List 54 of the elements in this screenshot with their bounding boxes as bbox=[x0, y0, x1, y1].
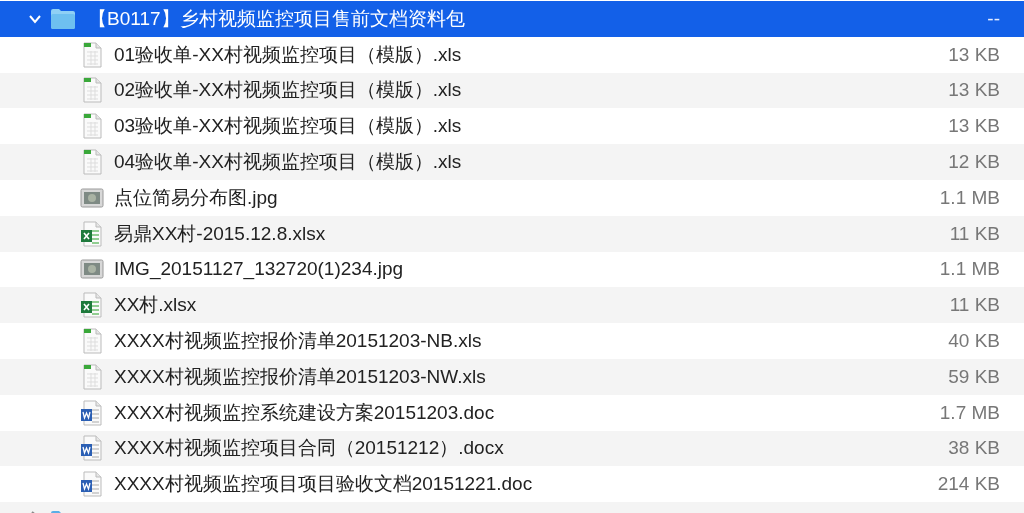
file-size: 13 KB bbox=[948, 43, 1000, 66]
file-size: 1.1 MB bbox=[939, 258, 1000, 281]
file-size: 13 KB bbox=[948, 115, 1000, 138]
file-row[interactable]: XXXX村视频监控项目合同（20151212）.docx 38 KB bbox=[0, 430, 1024, 467]
file-name: 02验收单-XX村视频监控项目（模版）.xls bbox=[114, 78, 462, 103]
file-name: 03验收单-XX村视频监控项目（模版）.xls bbox=[114, 114, 462, 139]
file-row[interactable]: 02验收单-XX村视频监控项目（模版）.xls 13 KB bbox=[0, 72, 1024, 109]
file-size: 1.7 MB bbox=[939, 401, 1000, 424]
spreadsheet-file-icon bbox=[80, 41, 104, 68]
word-file-icon bbox=[80, 471, 104, 498]
file-name: XXXX村视频监控报价清单20151203-NW.xls bbox=[114, 364, 486, 389]
spreadsheet-file-icon bbox=[80, 113, 104, 140]
folder-name: 【B0117】乡村视频监控项目售前文档资料包 bbox=[88, 6, 465, 31]
file-size: -- bbox=[987, 7, 1000, 30]
file-size: 38 KB bbox=[948, 437, 1000, 460]
file-name: XXXX村视频监控项目项目验收文档20151221.doc bbox=[114, 472, 533, 497]
file-name: XXXX村视频监控项目合同（20151212）.docx bbox=[114, 436, 504, 461]
file-size: 11 KB bbox=[949, 294, 1000, 317]
file-size: 214 KB bbox=[937, 473, 1000, 496]
file-row[interactable]: XXXX村视频监控系统建设方案20151203.doc 1.7 MB bbox=[0, 394, 1024, 431]
file-size: 12 KB bbox=[948, 151, 1000, 174]
file-row[interactable]: XXXX村视频监控报价清单20151203-NB.xls 40 KB bbox=[0, 323, 1024, 359]
file-row[interactable]: IMG_20151127_132720(1)234.jpg 1.1 MB bbox=[0, 251, 1024, 288]
file-row[interactable]: 点位简易分布图.jpg 1.1 MB bbox=[0, 180, 1024, 216]
file-name: 点位简易分布图.jpg bbox=[114, 185, 278, 210]
folder-icon bbox=[50, 7, 76, 30]
folder-row[interactable]: 【B0117】乡村视频监控项目售前文档资料包 -- bbox=[0, 1, 1024, 37]
spreadsheet-file-icon bbox=[80, 77, 104, 104]
file-row[interactable]: XXXX村视频监控项目项目验收文档20151221.doc 214 KB bbox=[0, 466, 1024, 503]
excel-file-icon bbox=[80, 292, 104, 319]
file-size: 59 KB bbox=[948, 365, 1000, 388]
file-row[interactable]: 04验收单-XX村视频监控项目（模版）.xls 12 KB bbox=[0, 144, 1024, 180]
file-name: XXXX村视频监控报价清单20151203-NB.xls bbox=[114, 329, 482, 354]
file-name: XXXX村视频监控系统建设方案20151203.doc bbox=[114, 400, 495, 425]
file-row[interactable]: 易鼎XX村-2015.12.8.xlsx 11 KB bbox=[0, 215, 1024, 252]
word-file-icon bbox=[80, 435, 104, 462]
file-row[interactable]: XXXX村视频监控报价清单20151203-NW.xls 59 KB bbox=[0, 358, 1024, 395]
file-size: 40 KB bbox=[948, 330, 1000, 353]
file-size: 11 KB bbox=[949, 222, 1000, 245]
file-name: XX村.xlsx bbox=[114, 293, 197, 318]
file-name: 04验收单-XX村视频监控项目（模版）.xls bbox=[114, 150, 462, 175]
file-row[interactable]: 03验收单-XX村视频监控项目（模版）.xls 13 KB bbox=[0, 108, 1024, 145]
spreadsheet-file-icon bbox=[80, 149, 104, 176]
file-size: 1.1 MB bbox=[939, 186, 1000, 209]
file-name: IMG_20151127_132720(1)234.jpg bbox=[114, 258, 404, 281]
file-name: 01验收单-XX村视频监控项目（模版）.xls bbox=[114, 42, 462, 67]
spreadsheet-file-icon bbox=[80, 363, 104, 390]
file-row[interactable]: 01验收单-XX村视频监控项目（模版）.xls 13 KB bbox=[0, 36, 1024, 73]
file-name: 易鼎XX村-2015.12.8.xlsx bbox=[114, 221, 326, 246]
file-row[interactable]: XX村.xlsx 11 KB bbox=[0, 287, 1024, 324]
spreadsheet-file-icon bbox=[80, 328, 104, 355]
file-size: 13 KB bbox=[948, 79, 1000, 102]
excel-file-icon bbox=[80, 220, 104, 247]
word-file-icon bbox=[80, 399, 104, 426]
